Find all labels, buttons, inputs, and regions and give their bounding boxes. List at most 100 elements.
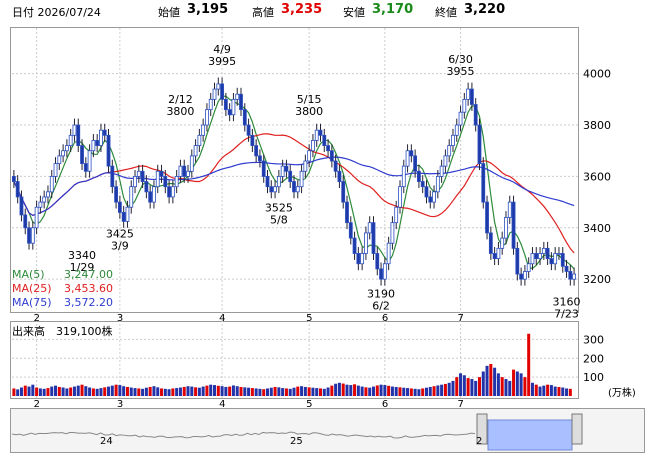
volume-bar xyxy=(444,384,447,396)
volume-bar xyxy=(463,375,466,396)
x-tick-label: 4 xyxy=(219,313,225,324)
volume-bar xyxy=(28,387,31,396)
candle-body xyxy=(50,176,53,191)
volume-bar xyxy=(84,386,87,396)
volume-bar xyxy=(194,387,197,396)
candle-body xyxy=(183,166,186,176)
candle-body xyxy=(527,264,530,272)
candle-body xyxy=(46,192,49,197)
candle-body xyxy=(372,223,375,254)
volume-bar xyxy=(357,386,360,396)
candle-body xyxy=(433,192,436,202)
volume-bar xyxy=(327,388,330,396)
candle-body xyxy=(289,171,292,181)
volume-bar xyxy=(31,385,34,396)
candle-body xyxy=(512,202,515,248)
volume-bar xyxy=(455,377,458,396)
candle-body xyxy=(28,228,31,243)
candle-body xyxy=(160,171,163,176)
candle-body xyxy=(467,89,470,99)
candle-body xyxy=(274,187,277,192)
volume-bar xyxy=(118,385,121,396)
x-tick-label-volume: 2 xyxy=(34,399,40,410)
chart-frame: 日付 2026/07/24 始値 3,195 高値 3,235 安値 3,170… xyxy=(0,0,653,470)
candle-body xyxy=(31,228,34,243)
volume-bar xyxy=(421,388,424,396)
volume-bar xyxy=(308,387,311,396)
candle-body xyxy=(270,187,273,192)
candle-body xyxy=(111,166,114,187)
x-tick-label: 5 xyxy=(306,313,312,324)
volume-bar xyxy=(96,389,99,396)
candle-body xyxy=(149,192,152,202)
volume-bar xyxy=(243,387,246,396)
ma25-legend-label: MA(25) xyxy=(12,282,52,295)
candle-body xyxy=(175,176,178,186)
annotation-date: 5/8 xyxy=(270,214,288,227)
volume-bar xyxy=(99,388,102,396)
volume-bar xyxy=(402,388,405,396)
candle-body xyxy=(361,253,364,263)
volume-bar xyxy=(376,385,379,396)
volume-bar xyxy=(65,388,68,396)
candle-body xyxy=(194,146,197,156)
volume-bar xyxy=(24,386,27,396)
candle-body xyxy=(24,215,27,228)
volume-bar xyxy=(531,383,534,396)
volume-bar xyxy=(258,389,261,396)
volume-bar xyxy=(50,387,53,396)
annotation-date: 6/2 xyxy=(372,300,390,313)
candle-body xyxy=(152,187,155,202)
volume-bar xyxy=(156,387,159,396)
candle-body xyxy=(35,207,38,228)
volume-bar xyxy=(171,388,174,396)
candle-body xyxy=(58,156,61,164)
candle-body xyxy=(334,161,337,171)
candle-body xyxy=(12,176,15,181)
candle-body xyxy=(300,171,303,186)
ma25-legend-value: 3,453.60 xyxy=(64,282,113,295)
candle-body xyxy=(342,182,345,203)
volume-bar xyxy=(281,388,284,396)
x-tick-label-volume: 3 xyxy=(117,399,123,410)
volume-bar xyxy=(190,387,193,396)
volume-bar xyxy=(319,388,322,396)
navigator-label: 24 xyxy=(100,436,113,447)
volume-bar xyxy=(554,387,557,396)
volume-bar xyxy=(205,386,208,396)
volume-bar xyxy=(414,389,417,396)
candle-body xyxy=(493,253,496,258)
candle-body xyxy=(103,130,106,135)
candle-body xyxy=(425,187,428,197)
volume-bar xyxy=(240,387,243,396)
candle-body xyxy=(205,110,208,125)
candle-body xyxy=(463,99,466,112)
annotation-date: 3/9 xyxy=(111,239,129,252)
candle-body xyxy=(323,135,326,145)
volume-bar xyxy=(179,388,182,396)
volume-bar xyxy=(300,386,303,396)
volume-bar xyxy=(285,388,288,396)
volume-bar xyxy=(550,385,553,396)
candle-body xyxy=(296,187,299,192)
candle-body xyxy=(258,156,261,161)
volume-bar xyxy=(141,389,144,396)
volume-bar xyxy=(311,388,314,396)
volume-bar xyxy=(20,388,23,396)
volume-bar xyxy=(561,388,564,396)
candle-body xyxy=(262,161,265,176)
x-tick-label-volume: 6 xyxy=(382,399,388,410)
navigator-right-handle[interactable] xyxy=(572,414,582,444)
volume-bar xyxy=(546,385,549,396)
y-tick-label: 3200 xyxy=(583,273,611,286)
candle-body xyxy=(398,187,401,208)
candle-body xyxy=(486,202,489,233)
volume-bar xyxy=(349,385,352,396)
volume-bar xyxy=(187,386,190,396)
volume-bar xyxy=(73,387,76,396)
volume-bar xyxy=(164,389,167,396)
volume-bar xyxy=(115,385,118,396)
volume-bar xyxy=(221,386,224,396)
candle-body xyxy=(489,233,492,254)
volume-bar xyxy=(478,377,481,396)
